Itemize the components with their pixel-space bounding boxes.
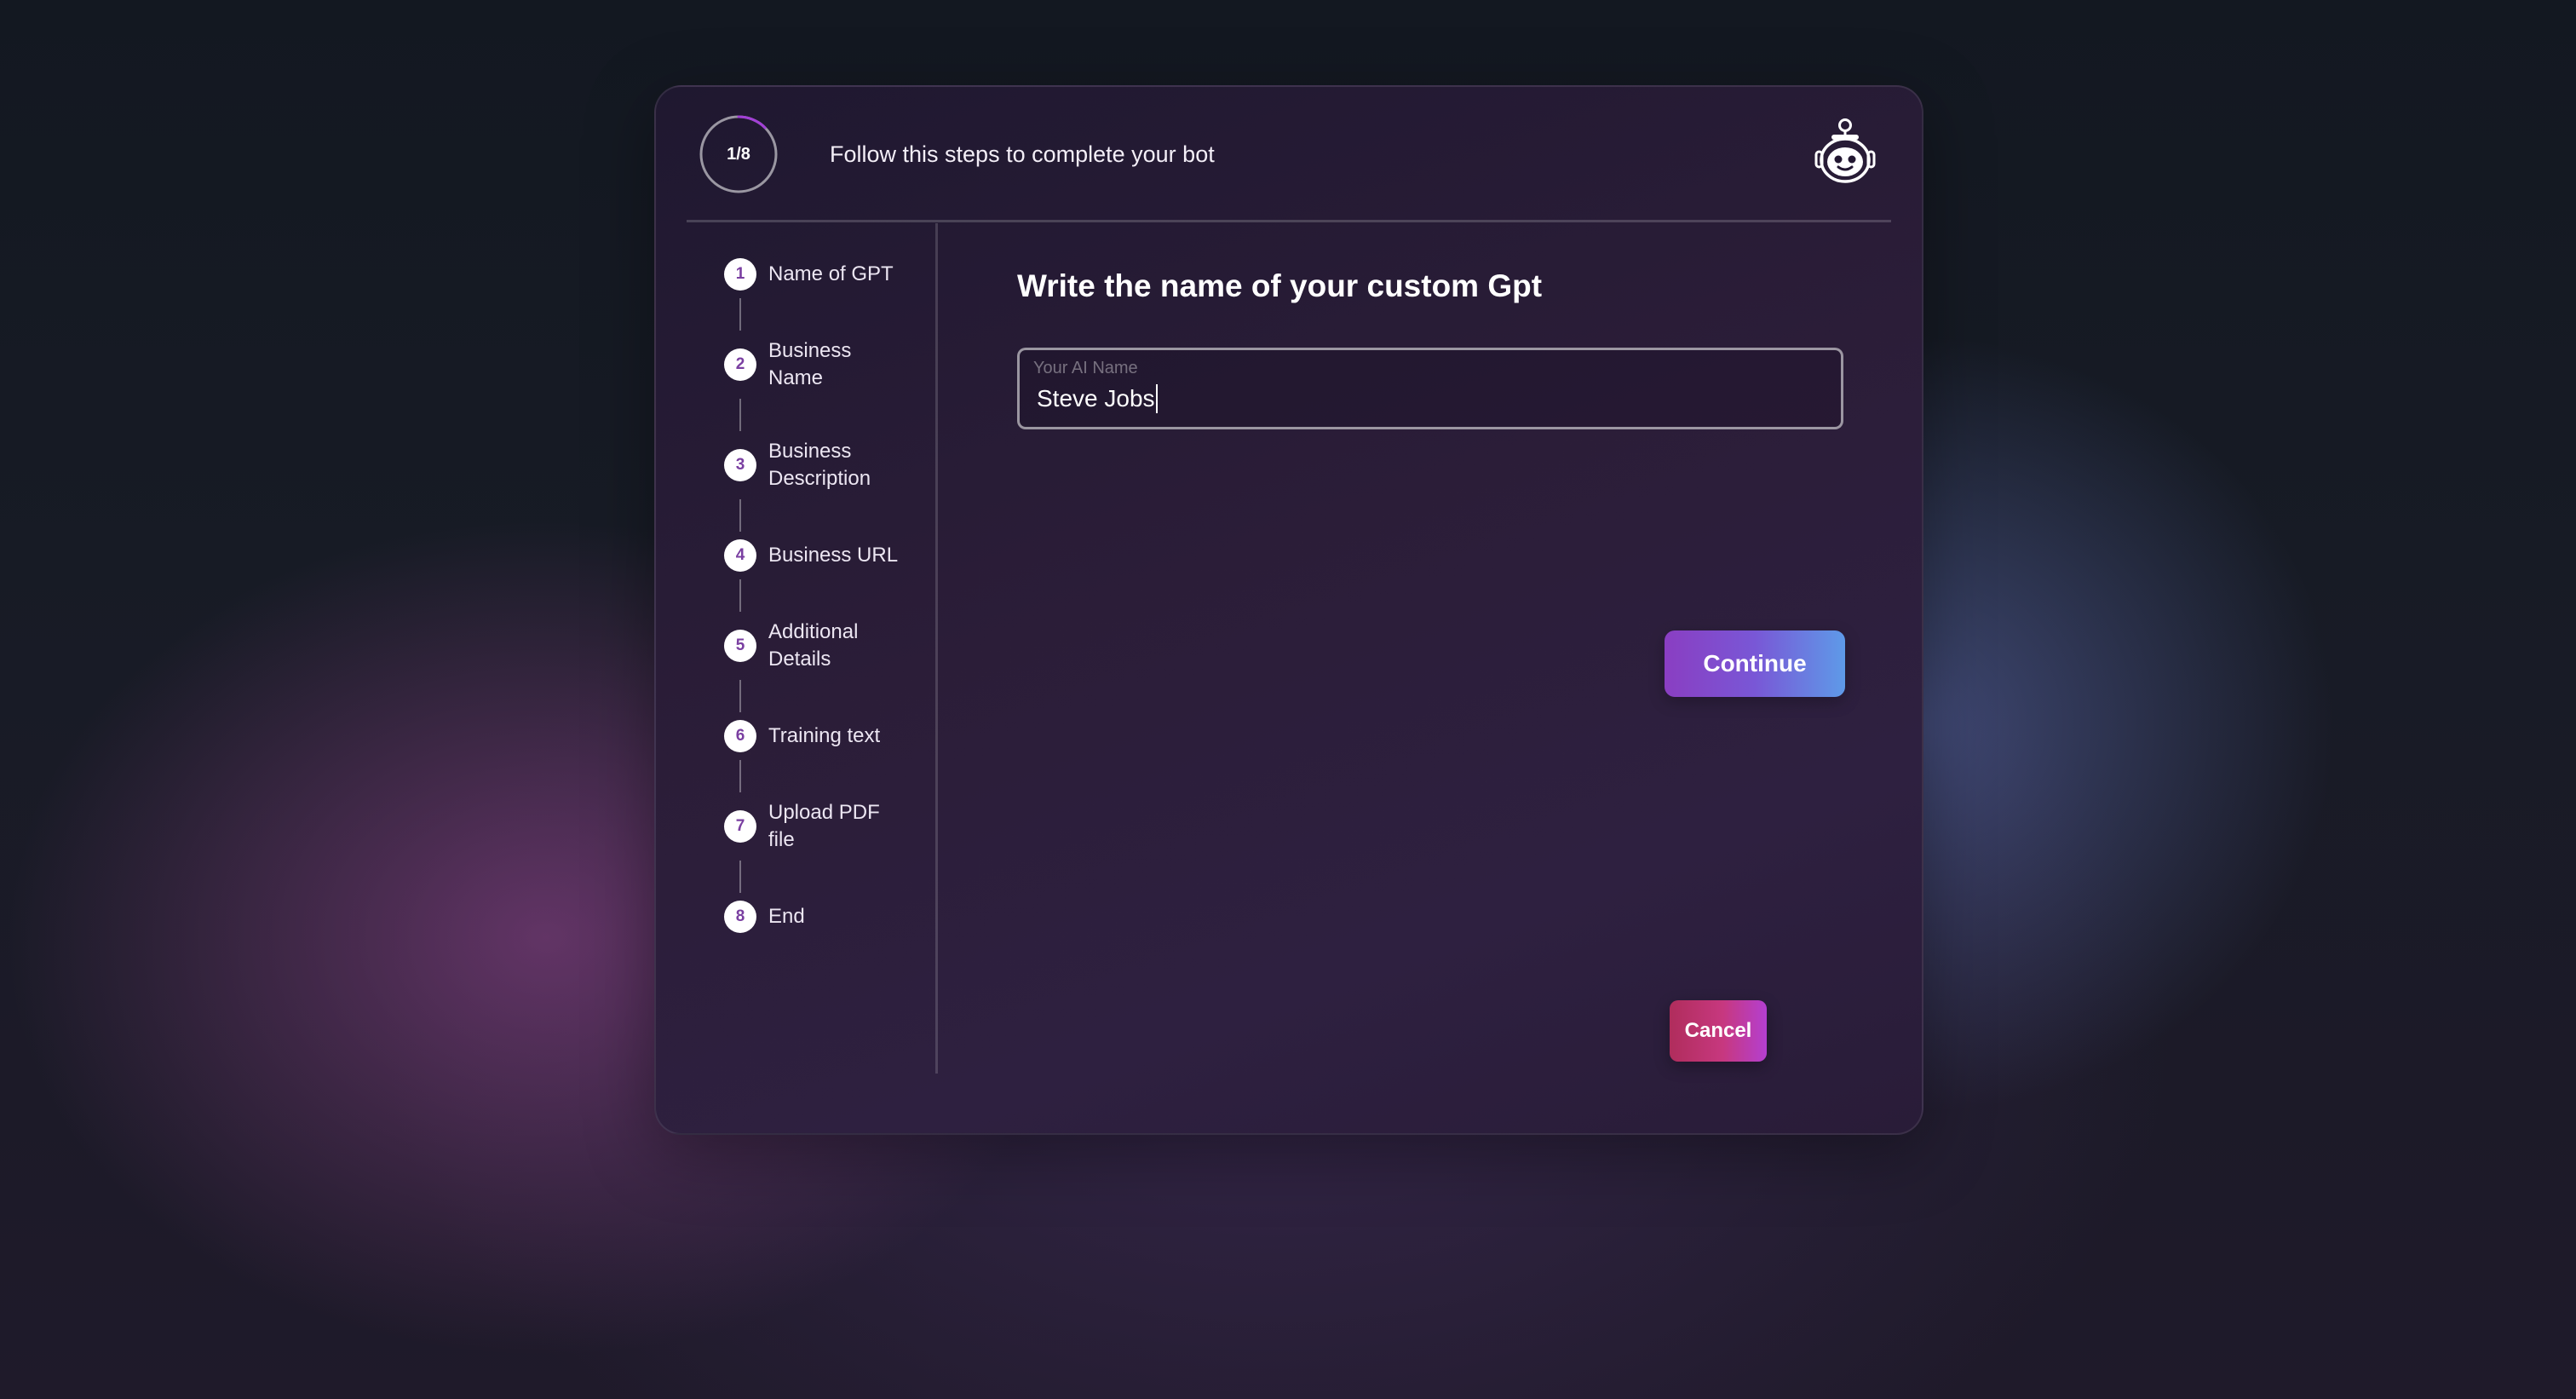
- step-item-business-name[interactable]: 2 Business Name: [724, 337, 929, 392]
- step-item-business-description[interactable]: 3 Business Description: [724, 438, 929, 492]
- ai-name-input[interactable]: Steve Jobs: [1037, 384, 1158, 413]
- page-title: Write the name of your custom Gpt: [1017, 268, 1543, 303]
- bot-setup-card: 1/8 Follow this steps to complete your b…: [654, 85, 1923, 1135]
- step-number: 6: [724, 720, 756, 752]
- header-divider: [687, 220, 1891, 222]
- step-item-end[interactable]: 8 End: [724, 900, 929, 934]
- step-connector: [739, 861, 741, 893]
- step-number: 8: [724, 901, 756, 933]
- ai-name-field[interactable]: Your AI Name Steve Jobs: [1017, 348, 1843, 429]
- step-item-upload-pdf-file[interactable]: 7 Upload PDF file: [724, 799, 929, 854]
- step-connector: [739, 499, 741, 532]
- step-number: 2: [724, 348, 756, 381]
- continue-button[interactable]: Continue: [1665, 630, 1845, 697]
- ai-name-value: Steve Jobs: [1037, 385, 1155, 412]
- step-item-business-url[interactable]: 4 Business URL: [724, 538, 929, 573]
- step-number: 4: [724, 539, 756, 572]
- step-connector: [739, 298, 741, 331]
- step-item-additional-details[interactable]: 5 Additional Details: [724, 619, 929, 673]
- step-number: 5: [724, 630, 756, 662]
- cancel-button[interactable]: Cancel: [1670, 1000, 1767, 1062]
- header-title: Follow this steps to complete your bot: [830, 141, 1215, 167]
- text-caret: [1155, 384, 1158, 413]
- step-number: 7: [724, 810, 756, 843]
- steps-sidebar: 1 Name of GPT 2 Business Name 3 Business…: [724, 257, 929, 934]
- step-connector: [739, 399, 741, 431]
- step-connector: [739, 680, 741, 712]
- step-label: Business Name: [768, 339, 852, 389]
- step-label: End: [768, 905, 805, 928]
- progress-label: 1/8: [727, 144, 750, 164]
- robot-icon: [1809, 118, 1881, 189]
- step-connector: [739, 579, 741, 612]
- step-item-training-text[interactable]: 6 Training text: [724, 719, 929, 753]
- card-header: 1/8 Follow this steps to complete your b…: [656, 87, 1922, 222]
- step-number: 1: [724, 258, 756, 291]
- step-item-name-of-gpt[interactable]: 1 Name of GPT: [724, 257, 929, 291]
- step-label: Additional Details: [768, 620, 859, 671]
- ai-name-field-label: Your AI Name: [1033, 359, 1138, 377]
- step-label: Upload PDF file: [768, 801, 880, 851]
- step-number: 3: [724, 449, 756, 481]
- sidebar-divider: [935, 223, 938, 1074]
- progress-indicator: 1/8: [699, 114, 779, 194]
- step-label: Business Description: [768, 440, 871, 490]
- step-label: Name of GPT: [768, 262, 894, 285]
- step-label: Business URL: [768, 544, 899, 567]
- step-label: Training text: [768, 724, 881, 747]
- step-connector: [739, 760, 741, 792]
